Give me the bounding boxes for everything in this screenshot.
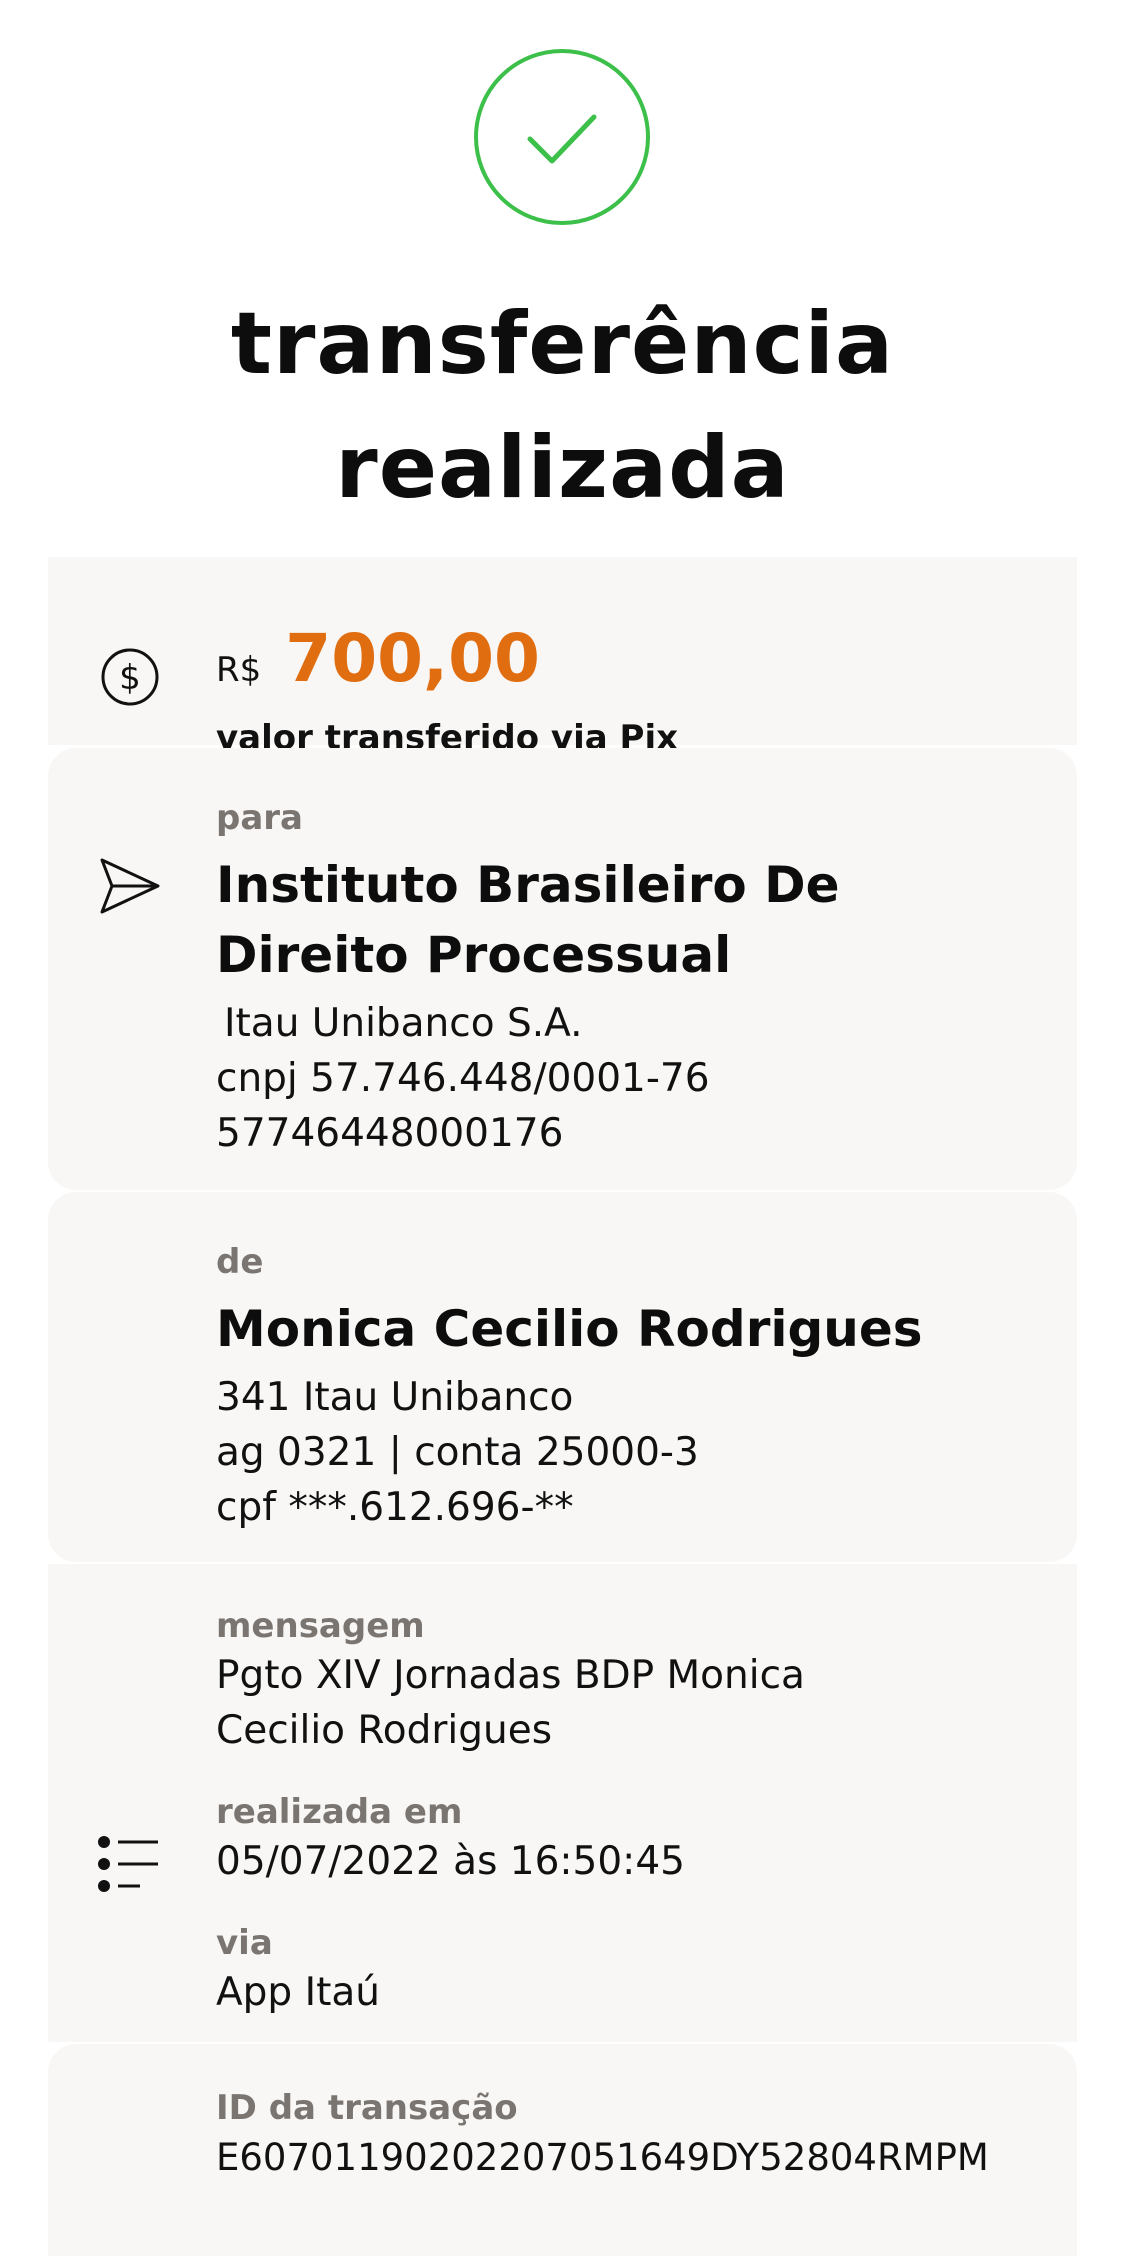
message-line2: Cecilio Rodrigues [216, 1708, 553, 1753]
sender-document: cpf ***.612.696-** [216, 1485, 574, 1530]
check-circle-icon [474, 49, 650, 225]
sender-name: Monica Cecilio Rodrigues [216, 1300, 923, 1358]
recipient-card: para Instituto Brasileiro De Direito Pro… [48, 748, 1077, 1190]
sender-account: ag 0321 | conta 25000-3 [216, 1430, 699, 1475]
recipient-key: 57746448000176 [216, 1111, 564, 1156]
recipient-bank: Itau Unibanco S.A. [224, 1001, 583, 1046]
recipient-document: cnpj 57.746.448/0001-76 [216, 1056, 710, 1101]
via-label: via [216, 1923, 273, 1963]
amount-card: $ R$ 700,00 valor transferido via Pix [48, 557, 1077, 758]
transaction-id-label: ID da transação [216, 2088, 518, 2128]
details-card: mensagem Pgto XIV Jornadas BDP Monica Ce… [48, 1564, 1077, 2042]
currency-label: R$ [216, 650, 262, 690]
sender-card: de Monica Cecilio Rodrigues 341 Itau Uni… [48, 1192, 1077, 1562]
page-title: transferência realizada [0, 282, 1125, 530]
recipient-label: para [216, 798, 303, 838]
date-label: realizada em [216, 1792, 463, 1832]
date-value: 05/07/2022 às 16:50:45 [216, 1839, 685, 1884]
list-icon [98, 1836, 158, 1892]
sender-label: de [216, 1242, 264, 1282]
sender-bank: 341 Itau Unibanco [216, 1375, 574, 1420]
message-line1: Pgto XIV Jornadas BDP Monica [216, 1653, 805, 1698]
svg-text:$: $ [119, 658, 141, 698]
recipient-name: Instituto Brasileiro De Direito Processu… [216, 856, 840, 984]
dollar-circle-icon: $ [101, 648, 159, 706]
amount-value: 700,00 [285, 620, 540, 697]
transaction-card: ID da transação E60701190202207051649DY5… [48, 2044, 1077, 2256]
page-title-line1: transferência [230, 294, 895, 394]
page-title-line2: realizada [335, 418, 790, 518]
via-value: App Itaú [216, 1970, 380, 2015]
message-label: mensagem [216, 1606, 425, 1646]
transaction-id-value: E60701190202207051649DY52804RMPM [216, 2136, 989, 2179]
send-icon [100, 858, 160, 914]
amount-row: R$ 700,00 [216, 619, 1037, 716]
